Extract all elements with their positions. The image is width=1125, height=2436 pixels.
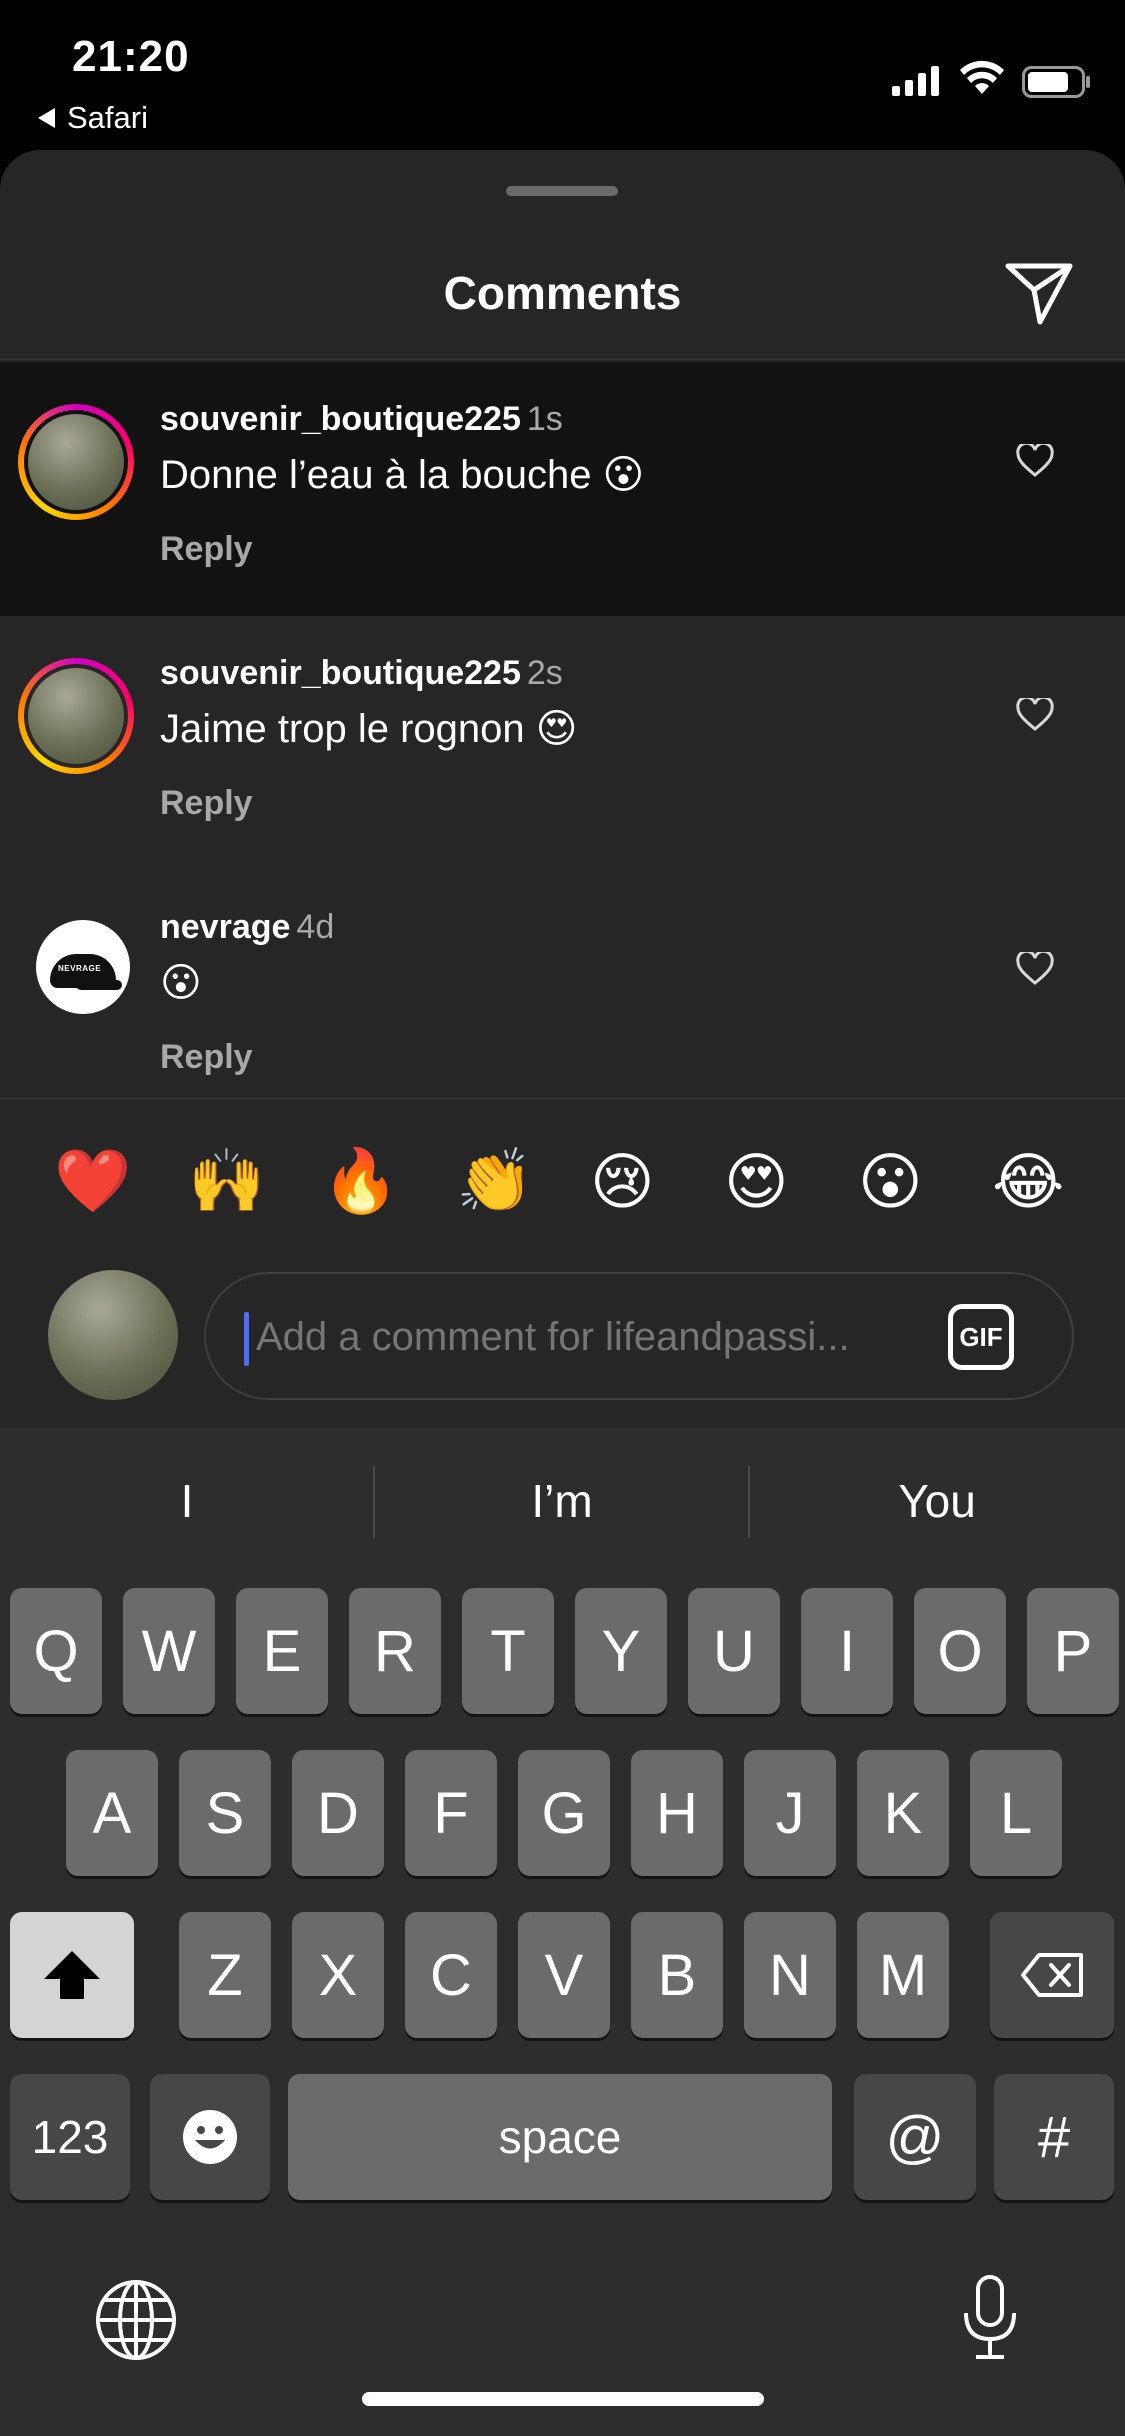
reaction-emoji[interactable]: 😍 [724, 1145, 804, 1225]
back-to-safari-link[interactable]: Safari [38, 100, 148, 136]
key-a[interactable]: A [66, 1750, 158, 1876]
comment-item: NEVRAGE nevrage 4d 😮 Reply [0, 870, 1125, 1124]
key-q[interactable]: Q [10, 1588, 102, 1714]
key-d[interactable]: D [292, 1750, 384, 1876]
avatar[interactable]: NEVRAGE [36, 920, 130, 1014]
status-time: 21:20 [72, 32, 190, 81]
emoji-divider [0, 1098, 1125, 1099]
paper-plane-icon[interactable] [1004, 260, 1074, 326]
comment-meta: souvenir_boutique225 1s [160, 400, 563, 439]
predictive-bar: I I’m You [0, 1428, 1125, 1568]
avatar-logo-text: NEVRAGE [58, 964, 102, 973]
header-divider [0, 359, 1125, 360]
sheet-grabber[interactable] [506, 186, 618, 196]
comments-sheet: Comments souvenir_boutique225 1s Donne l’… [0, 150, 1125, 1428]
key-s[interactable]: S [179, 1750, 271, 1876]
wifi-icon [960, 60, 1004, 94]
suggestion-item[interactable]: I [0, 1474, 374, 1528]
comment-input[interactable]: Add a comment for lifeandpassi... GIF [204, 1272, 1074, 1400]
key-x[interactable]: X [292, 1912, 384, 2038]
heart-icon[interactable] [1016, 444, 1054, 478]
emoji-key[interactable] [150, 2074, 270, 2200]
reaction-emoji[interactable]: 🙌 [188, 1145, 268, 1225]
key-v[interactable]: V [518, 1912, 610, 2038]
comment-time: 2s [526, 654, 563, 692]
reaction-emoji[interactable]: 👏 [456, 1145, 536, 1225]
key-i[interactable]: I [801, 1588, 893, 1714]
battery-icon [1022, 66, 1090, 98]
key-b[interactable]: B [631, 1912, 723, 2038]
text-caret [244, 1312, 249, 1366]
key-e[interactable]: E [236, 1588, 328, 1714]
reaction-emoji[interactable]: 😢 [590, 1145, 670, 1225]
hash-key[interactable]: # [994, 2074, 1114, 2200]
comment-item: souvenir_boutique225 2s Jaime trop le rog… [0, 616, 1125, 870]
back-app-label: Safari [67, 100, 148, 135]
reply-button[interactable]: Reply [160, 784, 253, 823]
key-n[interactable]: N [744, 1912, 836, 2038]
reaction-emoji[interactable]: 🔥 [322, 1145, 402, 1225]
comment-time: 1s [526, 400, 563, 438]
comment-text: Donne l’eau à la bouche 😮 [160, 453, 645, 497]
cap-brim [76, 980, 122, 990]
key-g[interactable]: G [518, 1750, 610, 1876]
comment-meta: nevrage 4d [160, 908, 334, 947]
backspace-icon [1021, 1953, 1083, 1997]
key-c[interactable]: C [405, 1912, 497, 2038]
cellular-signal-icon [892, 66, 939, 96]
at-key[interactable]: @ [854, 2074, 976, 2200]
numbers-key[interactable]: 123 [10, 2074, 130, 2200]
key-u[interactable]: U [688, 1588, 780, 1714]
comment-time: 4d [296, 908, 335, 946]
emoji-face-icon [183, 2110, 237, 2164]
reply-button[interactable]: Reply [160, 530, 253, 569]
back-arrow-icon [38, 108, 55, 128]
keyboard: I I’m You Q W E R T Y U I O P A S D F G … [0, 1428, 1125, 2436]
key-l[interactable]: L [970, 1750, 1062, 1876]
space-key[interactable]: space [288, 2074, 832, 2200]
key-y[interactable]: Y [575, 1588, 667, 1714]
key-p[interactable]: P [1027, 1588, 1119, 1714]
microphone-icon[interactable] [960, 2273, 1020, 2363]
comment-meta: souvenir_boutique225 2s [160, 654, 563, 693]
comment-item: souvenir_boutique225 1s Donne l’eau à la … [0, 362, 1125, 616]
key-z[interactable]: Z [179, 1912, 271, 2038]
suggestion-item[interactable]: I’m [375, 1474, 749, 1528]
comment-username[interactable]: nevrage [160, 908, 290, 946]
gif-button[interactable]: GIF [948, 1304, 1014, 1370]
globe-icon[interactable] [94, 2278, 178, 2362]
key-t[interactable]: T [462, 1588, 554, 1714]
key-f[interactable]: F [405, 1750, 497, 1876]
reply-button[interactable]: Reply [160, 1038, 253, 1077]
key-r[interactable]: R [349, 1588, 441, 1714]
comment-input-placeholder: Add a comment for lifeandpassi... [256, 1315, 850, 1359]
reaction-emoji[interactable]: 😮 [858, 1145, 938, 1225]
delete-key[interactable] [990, 1912, 1114, 2038]
reaction-emoji[interactable]: ❤️ [54, 1145, 134, 1225]
heart-icon[interactable] [1016, 952, 1054, 986]
comment-username[interactable]: souvenir_boutique225 [160, 400, 521, 438]
key-w[interactable]: W [123, 1588, 215, 1714]
key-k[interactable]: K [857, 1750, 949, 1876]
composer-avatar [48, 1270, 178, 1400]
shift-arrow-icon [44, 1951, 100, 1999]
home-indicator[interactable] [362, 2392, 764, 2406]
avatar-image [24, 664, 128, 768]
status-bar: 21:20 Safari [0, 0, 1125, 150]
shift-key[interactable] [10, 1912, 134, 2038]
suggestion-item[interactable]: You [750, 1474, 1124, 1528]
reaction-emoji[interactable]: 😂 [992, 1145, 1072, 1225]
heart-icon[interactable] [1016, 698, 1054, 732]
key-j[interactable]: J [744, 1750, 836, 1876]
comment-text: Jaime trop le rognon 😍 [160, 707, 578, 751]
page-title: Comments [443, 267, 682, 319]
key-m[interactable]: M [857, 1912, 949, 2038]
key-o[interactable]: O [914, 1588, 1006, 1714]
avatar[interactable] [18, 658, 134, 774]
avatar[interactable] [18, 404, 134, 520]
comment-text: 😮 [160, 961, 202, 1005]
key-h[interactable]: H [631, 1750, 723, 1876]
comment-username[interactable]: souvenir_boutique225 [160, 654, 521, 692]
avatar-image [24, 410, 128, 514]
